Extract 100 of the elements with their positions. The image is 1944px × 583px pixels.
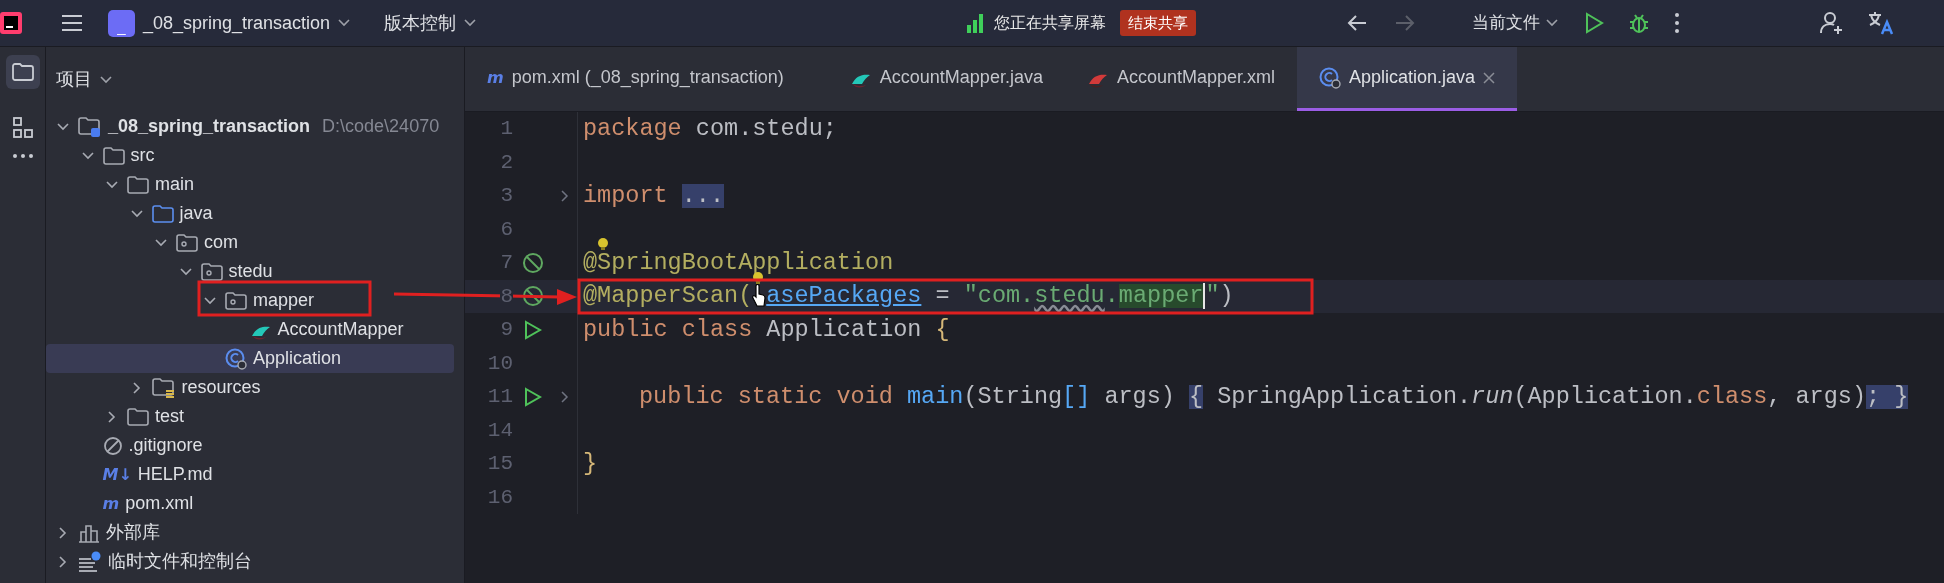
- chevron-down-icon[interactable]: [130, 209, 143, 218]
- code-token: asePackages: [766, 284, 922, 309]
- tree-item[interactable]: 临时文件和控制台: [46, 547, 454, 576]
- folder-icon: [151, 203, 174, 224]
- tree-item[interactable]: _08_spring_transaction D:\code\24070: [46, 112, 454, 141]
- code-token: class: [1696, 384, 1768, 409]
- class-icon: [1319, 66, 1341, 89]
- chevron-right-icon[interactable]: [561, 390, 569, 403]
- tree-item[interactable]: .gitignore: [46, 431, 454, 460]
- chevron-down-icon[interactable]: [81, 151, 94, 160]
- code-token: "com.: [963, 284, 1035, 309]
- chevron-down-icon[interactable]: [106, 180, 118, 189]
- chevron-down-icon[interactable]: [57, 122, 69, 131]
- text-caret: [1203, 283, 1206, 310]
- tree-item[interactable]: src: [46, 141, 454, 170]
- tree-item[interactable]: 外部库: [46, 518, 454, 547]
- code-token: }: [583, 451, 598, 476]
- chevron-down-icon[interactable]: [155, 238, 167, 247]
- code-token: (Application.: [1513, 384, 1697, 409]
- code-token: ): [1219, 284, 1234, 309]
- scratch-files-icon: [78, 550, 102, 573]
- editor-tab[interactable]: m pom.xml (_08_spring_transaction): [465, 47, 828, 111]
- editor-tab[interactable]: AccountMapper.java: [827, 47, 1065, 111]
- code-token: SpringApplication.: [1216, 384, 1472, 409]
- code-token: args): [1103, 384, 1176, 409]
- light-bulb-icon: [597, 238, 610, 250]
- back-arrow-icon[interactable]: [1346, 13, 1369, 33]
- file-type-label: m: [487, 69, 504, 86]
- chevron-down-icon: [338, 19, 351, 27]
- file-path: D:\code\24070: [322, 115, 440, 138]
- resources-folder-icon: [151, 376, 176, 399]
- structure-icon[interactable]: [12, 117, 33, 139]
- file-type-label: m: [102, 495, 120, 512]
- tree-item[interactable]: m pom.xml: [46, 489, 454, 518]
- library-icon: [78, 522, 100, 543]
- code-token: {: [1189, 384, 1204, 409]
- project-selector[interactable]: _ _08_spring_transaction: [108, 9, 351, 37]
- code-token: {: [935, 317, 950, 342]
- tree-item[interactable]: resources: [46, 373, 454, 402]
- code-token: ; }: [1866, 384, 1909, 409]
- class-icon: [225, 347, 247, 370]
- tree-item[interactable]: test: [46, 402, 454, 431]
- app-logo-icon[interactable]: [0, 12, 22, 34]
- package-folder-icon: [200, 261, 223, 282]
- tree-item[interactable]: AccountMapper: [46, 315, 454, 344]
- folder-icon: [102, 145, 125, 166]
- tree-item[interactable]: Application: [46, 344, 454, 373]
- editor-tab[interactable]: Application.java: [1297, 47, 1518, 111]
- package-folder-icon: [225, 290, 247, 311]
- package-folder-icon: [176, 232, 198, 253]
- signal-bars-icon: [966, 13, 985, 33]
- more-options-icon[interactable]: [1674, 12, 1681, 34]
- code-token: ": [1205, 284, 1220, 309]
- chevron-down-icon[interactable]: [179, 267, 192, 276]
- code-token: run: [1471, 384, 1514, 409]
- no-entry-icon[interactable]: [522, 251, 544, 274]
- tree-item[interactable]: com: [46, 228, 454, 257]
- folder-icon: [127, 406, 149, 427]
- run-icon[interactable]: [1584, 12, 1605, 34]
- chevron-right-icon[interactable]: [59, 526, 67, 539]
- code-token: []: [1062, 384, 1091, 409]
- vcs-menu[interactable]: 版本控制: [384, 9, 477, 37]
- stop-sharing-button[interactable]: 结束共享: [1120, 9, 1197, 37]
- panel-title[interactable]: 项目: [56, 66, 92, 93]
- project-tool-button[interactable]: [5, 55, 40, 89]
- code-token: import: [583, 183, 669, 208]
- hand-pointer-icon: [752, 284, 767, 309]
- menu-icon[interactable]: [60, 13, 84, 33]
- prohibited-icon: [102, 435, 123, 456]
- chevron-down-icon: [1546, 19, 1559, 27]
- chevron-down-icon[interactable]: [100, 75, 112, 84]
- tree-item[interactable]: main: [46, 170, 454, 199]
- code-token: =: [934, 284, 951, 309]
- code-token: Application: [766, 317, 923, 342]
- chevron-right-icon[interactable]: [132, 381, 141, 394]
- chevron-down-icon[interactable]: [204, 296, 216, 305]
- code-token: @: [583, 250, 598, 275]
- chevron-right-icon[interactable]: [59, 555, 67, 568]
- close-icon[interactable]: [1483, 71, 1496, 84]
- editor-tab[interactable]: AccountMapper.xml: [1064, 47, 1297, 111]
- chevron-right-icon[interactable]: [108, 410, 116, 423]
- chevron-right-icon[interactable]: [561, 189, 569, 202]
- code-token: (String: [963, 384, 1063, 409]
- code-token: .: [1104, 284, 1119, 309]
- code-token: ...: [681, 183, 725, 208]
- run-icon[interactable]: [524, 319, 542, 340]
- more-tools-icon[interactable]: [11, 153, 34, 159]
- run-icon[interactable]: [524, 386, 542, 407]
- tree-item[interactable]: java: [46, 199, 454, 228]
- run-configuration-menu[interactable]: 当前文件: [1472, 10, 1559, 36]
- no-entry-icon[interactable]: [522, 285, 544, 308]
- code-token: main: [906, 384, 964, 409]
- sharing-status: 您正在共享屏幕: [994, 13, 1107, 33]
- module-folder-icon: [78, 115, 102, 138]
- code-token: public class: [583, 317, 754, 342]
- tree-item[interactable]: M↓ HELP.md: [46, 460, 454, 489]
- tree-item[interactable]: mapper: [46, 286, 454, 315]
- translate-icon[interactable]: [1868, 11, 1895, 35]
- bug-icon[interactable]: [1628, 12, 1651, 34]
- tree-item[interactable]: stedu: [46, 257, 454, 286]
